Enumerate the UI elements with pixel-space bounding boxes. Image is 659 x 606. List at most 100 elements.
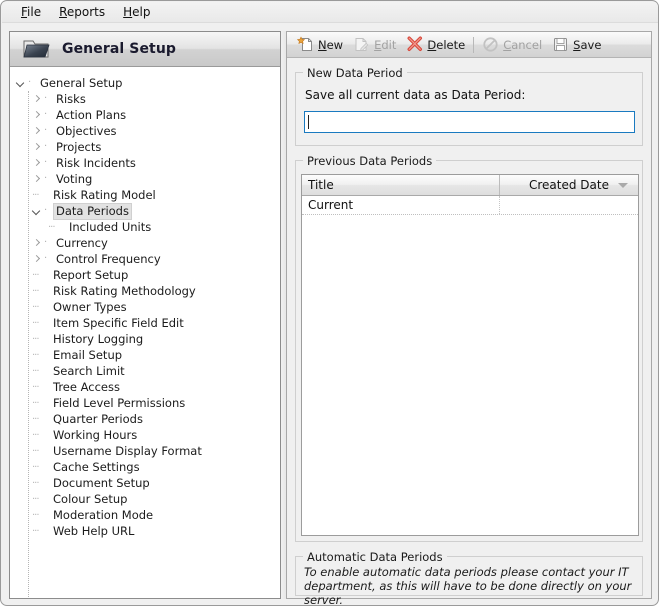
tree-item-included-units[interactable]: ··· Included Units [10,219,280,235]
column-header-title-label: Title [308,178,334,192]
tree-item-report-setup[interactable]: ··· Report Setup [10,267,280,283]
tree-item-risks[interactable]: · Risks [10,91,280,107]
toolbar-button-save[interactable]: Save [547,34,606,56]
tree-item-tree-access[interactable]: ··· Tree Access [10,379,280,395]
tree-item-cache-settings[interactable]: ··· Cache Settings [10,459,280,475]
tree-item-label: Field Level Permissions [53,395,186,410]
tree-item-label: Report Setup [53,267,129,282]
tree-connector-icon: ··· [32,301,40,313]
tree-connector-icon: ··· [32,349,40,361]
data-periods-grid[interactable]: Title Created Date Current [301,174,639,536]
tree-dot: · [44,141,48,152]
chevron-right-icon[interactable] [32,238,43,249]
new-data-period-legend: New Data Period [303,66,407,80]
toolbar-button-cancel: Cancel [477,34,547,56]
tree-item-risk-incidents[interactable]: · Risk Incidents [10,155,280,171]
toolbar-button-edit: Edit [348,34,401,56]
tree-item-colour-setup[interactable]: ··· Colour Setup [10,491,280,507]
chevron-right-icon[interactable] [32,254,43,265]
cell-title: Current [302,196,500,214]
folder-icon [22,37,52,61]
new-page-icon [296,36,314,53]
tree-item-label: Cache Settings [53,459,140,474]
tree-item-label: Included Units [69,219,152,234]
chevron-down-icon[interactable] [618,183,628,188]
tree-item-control-frequency[interactable]: · Control Frequency [10,251,280,267]
tree-connector-icon: ··· [32,381,40,393]
tree-item-history-logging[interactable]: ··· History Logging [10,331,280,347]
application-window: File Reports Help General Setup · Genera… [0,0,659,606]
tree-item-email-setup[interactable]: ··· Email Setup [10,347,280,363]
tree-item-label: Objectives [56,123,117,138]
previous-data-periods-group: Previous Data Periods Title Created Date… [295,154,643,542]
tree-item-label: Item Specific Field Edit [53,315,184,330]
edit-pencil-icon [353,36,370,53]
chevron-right-icon[interactable] [32,142,43,153]
menu-item-reports[interactable]: Reports [50,3,114,21]
toolbar-button-label: Delete [427,37,466,52]
tree-item-label: Risk Rating Model [53,187,156,202]
previous-data-periods-legend: Previous Data Periods [303,154,437,168]
tree-dot: · [44,237,48,248]
toolbar-separator [473,36,475,53]
chevron-right-icon[interactable] [32,158,43,169]
automatic-data-periods-text: To enable automatic data periods please … [304,565,632,606]
tree-item-label: Document Setup [53,475,150,490]
cancel-circle-icon [482,36,499,53]
tree-item-owner-types[interactable]: ··· Owner Types [10,299,280,315]
tree-item-voting[interactable]: · Voting [10,171,280,187]
table-row[interactable]: Current [302,196,638,215]
chevron-right-icon[interactable] [32,126,43,137]
column-header-title[interactable]: Title [302,175,500,195]
data-period-name-input[interactable] [304,111,635,133]
tree-item-label: Quarter Periods [53,411,143,426]
tree-dot: · [44,109,48,120]
tree-item-field-level-permissions[interactable]: ··· Field Level Permissions [10,395,280,411]
tree-item-label: Username Display Format [53,443,202,458]
toolbar: New Edit Delete Cancel Save [287,32,651,58]
menu-item-help[interactable]: Help [114,3,159,21]
tree-item-item-specific-field-edit[interactable]: ··· Item Specific Field Edit [10,315,280,331]
tree-item-label: Owner Types [53,299,127,314]
toolbar-button-new[interactable]: New [292,34,348,56]
toolbar-button-label: Save [573,37,602,52]
tree-item-label: Data Periods [53,202,132,220]
tree-dot: · [44,253,48,264]
tree-item-risk-rating-model[interactable]: ··· Risk Rating Model [10,187,280,203]
tree-item-quarter-periods[interactable]: ··· Quarter Periods [10,411,280,427]
new-data-period-group: New Data Period Save all current data as… [295,66,643,146]
tree-item-search-limit[interactable]: ··· Search Limit [10,363,280,379]
tree-item-risk-rating-methodology[interactable]: ··· Risk Rating Methodology [10,283,280,299]
tree-item-action-plans[interactable]: · Action Plans [10,107,280,123]
tree-item-web-help-url[interactable]: ··· Web Help URL [10,523,280,539]
column-header-created-date[interactable]: Created Date [500,175,638,195]
chevron-right-icon[interactable] [32,94,43,105]
tree-item-document-setup[interactable]: ··· Document Setup [10,475,280,491]
menu-item-file[interactable]: File [12,3,50,21]
tree-item-label: Moderation Mode [53,507,154,522]
tree-connector-icon: ··· [32,317,40,329]
tree-item-working-hours[interactable]: ··· Working Hours [10,427,280,443]
tree-item-general-setup[interactable]: · General Setup [10,75,280,91]
chevron-right-icon[interactable] [32,110,43,121]
tree-connector-icon: ··· [32,429,40,441]
tree-connector-icon: ··· [32,269,40,281]
toolbar-button-delete[interactable]: Delete [401,34,470,56]
tree-item-projects[interactable]: · Projects [10,139,280,155]
tree-connector-icon: ··· [32,445,40,457]
chevron-down-icon[interactable] [16,78,27,89]
tree-item-label: Web Help URL [53,523,135,538]
tree-item-data-periods[interactable]: · Data Periods [10,202,280,220]
tree-item-label: Projects [56,139,102,154]
tree-item-username-display-format[interactable]: ··· Username Display Format [10,443,280,459]
tree-item-currency[interactable]: · Currency [10,235,280,251]
panel-header: General Setup [10,32,280,67]
tree-connector-icon: ··· [32,493,40,505]
grid-body: Current [302,196,638,215]
content-panel: New Edit Delete Cancel Save New Data Period … [286,31,652,605]
chevron-right-icon[interactable] [32,174,43,185]
tree-item-moderation-mode[interactable]: ··· Moderation Mode [10,507,280,523]
settings-tree[interactable]: · General Setup · Risks · Action Plans · Object… [10,68,280,598]
tree-item-objectives[interactable]: · Objectives [10,123,280,139]
chevron-down-icon[interactable] [32,206,43,217]
